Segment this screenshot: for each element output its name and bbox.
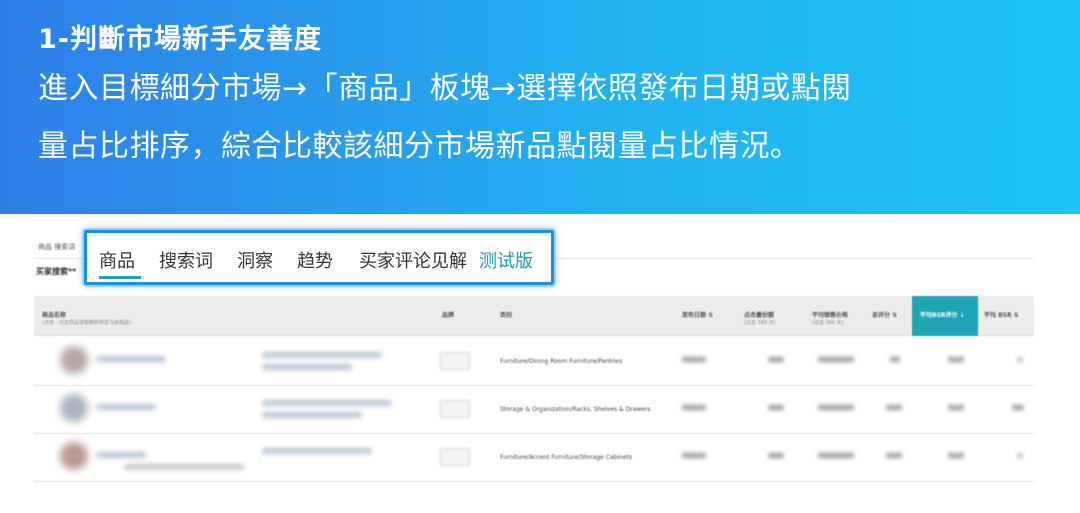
col-category[interactable]: 类别 [500, 310, 512, 319]
blurred-value [1012, 405, 1024, 410]
product-thumbnail [60, 442, 88, 470]
mini-search-label: 买家搜索** [36, 267, 77, 276]
tab-reviews[interactable]: 买家评论见解 [359, 247, 467, 273]
col-launch-date[interactable]: 发布日期 ⇅ [682, 310, 713, 319]
col-brand[interactable]: 品牌 [442, 310, 454, 319]
col-click-share[interactable]: 点击量份额 (过去 360 天) [744, 310, 776, 326]
blurred-value [948, 405, 964, 410]
blurred-value [1018, 357, 1022, 362]
product-image [440, 400, 470, 418]
row-category: Storage & Organization/Racks, Shelves & … [500, 406, 651, 413]
blurred-value [682, 405, 706, 410]
blurred-value [1018, 453, 1022, 458]
table-row[interactable]: Furniture/Dining Room Furniture/Pantries [34, 338, 1034, 386]
table-row[interactable]: Storage & Organization/Racks, Shelves & … [34, 386, 1034, 434]
blurred-value [890, 357, 900, 362]
tab-products[interactable]: 商品 [99, 247, 135, 273]
blurred-text [96, 356, 166, 362]
mini-nav: 商品 搜索词 [38, 243, 76, 251]
tab-search-terms[interactable]: 搜索词 [159, 247, 213, 273]
blurred-value [768, 357, 784, 362]
blurred-text [262, 448, 372, 454]
row-category: Furniture/Dining Room Furniture/Pantries [500, 358, 623, 365]
banner-title: 1-判斷市場新手友善度 [38, 24, 322, 55]
blurred-value [818, 405, 854, 410]
active-tab-indicator [99, 276, 141, 279]
row-category: Furniture/Accent Furniture/Storage Cabin… [500, 454, 632, 461]
blurred-value [818, 357, 854, 362]
tab-insights[interactable]: 洞察 [237, 247, 273, 273]
col-reviews-active[interactable]: 平均BSR评分 ↓ [912, 296, 978, 336]
blurred-text [262, 364, 352, 370]
table-header: 商品名称 (点击 - 点击商品详情跳转到亚马逊商品) 品牌 类别 发布日期 ⇅ … [34, 296, 1034, 336]
col-avg-bsr[interactable]: 平均 BSR ⇅ [984, 310, 1019, 319]
col-rating[interactable]: 总评分 ⇅ [872, 310, 897, 319]
banner-line-2: 量占比排序，綜合比較該細分市場新品點閱量占比情況。 [38, 129, 801, 164]
blurred-value [768, 453, 784, 458]
blurred-text [262, 400, 392, 406]
beta-label: 测试版 [479, 251, 533, 272]
blurred-value [948, 357, 964, 362]
col-product-name[interactable]: 商品名称 (点击 - 点击商品详情跳转到亚马逊商品) [42, 310, 131, 326]
blurred-text [96, 452, 146, 458]
product-thumbnail [60, 394, 88, 422]
blurred-value [682, 453, 706, 458]
blurred-value [818, 453, 854, 458]
blurred-value [886, 453, 902, 458]
tabs-callout: 商品 搜索词 洞察 趋势 买家评论见解 测试版 [84, 230, 554, 285]
blurred-text [124, 464, 244, 470]
table-row[interactable]: Furniture/Accent Furniture/Storage Cabin… [34, 434, 1034, 482]
product-thumbnail [60, 346, 88, 374]
blurred-value [682, 357, 706, 362]
blurred-value [948, 453, 964, 458]
product-image [440, 448, 470, 466]
blurred-text [262, 412, 362, 418]
header-banner: 1-判斷市場新手友善度 進入目標細分市場→「商品」板塊→選擇依照發布日期或點閱 … [0, 0, 1080, 214]
banner-line-1: 進入目標細分市場→「商品」板塊→選擇依照發布日期或點閱 [38, 71, 852, 106]
product-image [440, 352, 470, 370]
blurred-value [886, 405, 902, 410]
col-avg-price[interactable]: 平均销售价格 (过去 360 天) [812, 310, 848, 326]
blurred-text [96, 404, 156, 410]
blurred-value [768, 405, 784, 410]
tab-trends[interactable]: 趋势 [297, 247, 333, 273]
blurred-text [262, 352, 382, 358]
